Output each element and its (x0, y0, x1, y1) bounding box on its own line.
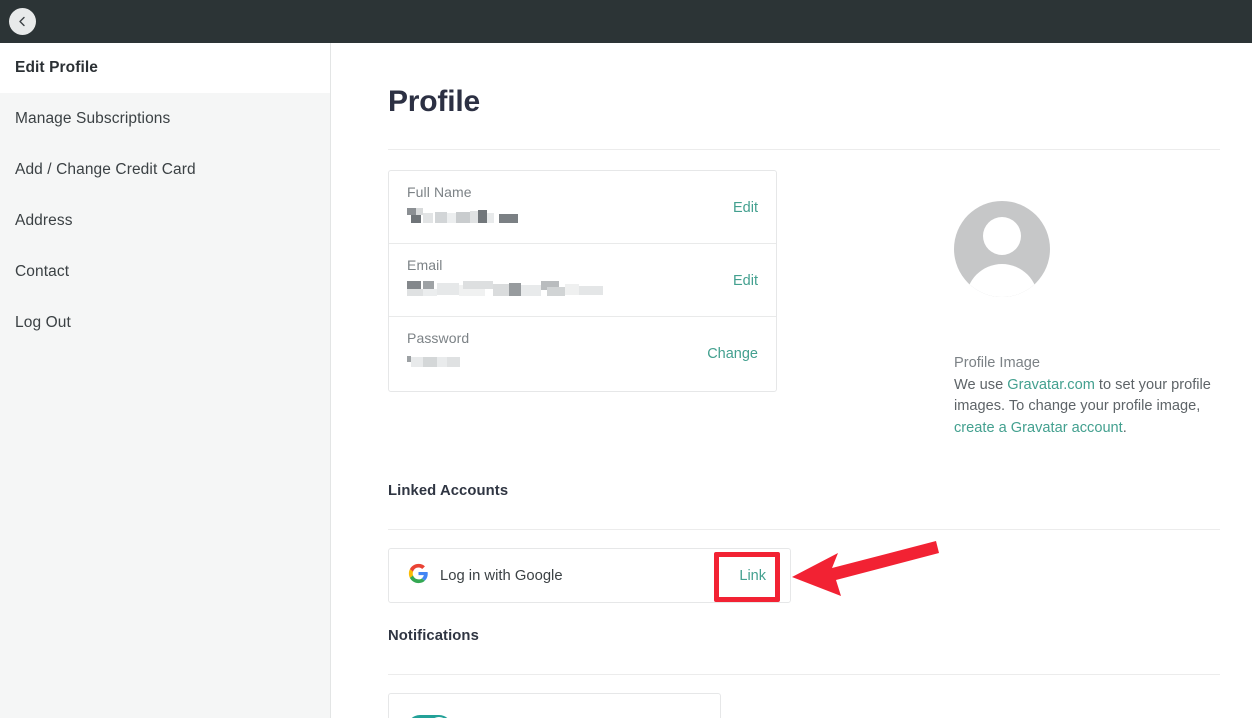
sidebar-item-edit-profile[interactable]: Edit Profile (0, 43, 330, 93)
sidebar-item-label: Address (15, 211, 73, 229)
back-button[interactable] (9, 8, 36, 35)
divider-top (388, 149, 1220, 150)
divider-notifications (388, 674, 1220, 675)
default-user-avatar-icon (954, 201, 1050, 297)
field-row-password: Password Change (389, 317, 776, 391)
sidebar-item-log-out[interactable]: Log Out (0, 297, 330, 348)
sidebar-item-address[interactable]: Address (0, 195, 330, 246)
linked-accounts-heading: Linked Accounts (388, 483, 509, 499)
gravatar-text-part3: . (1122, 419, 1127, 436)
profile-image-caption: Profile Image (954, 355, 1040, 371)
notification-row: Email me when someone responds to (388, 693, 721, 718)
notifications-heading: Notifications (388, 628, 479, 644)
gravatar-text-part1: We use (954, 376, 1008, 393)
field-label: Email (407, 257, 443, 273)
sidebar: Edit Profile Manage Subscriptions Add / … (0, 43, 331, 718)
link-google-button[interactable]: Link (733, 568, 772, 584)
main-content: Profile Full Name Edit Email Edit Passwo… (332, 43, 1252, 718)
gravatar-paragraph: We use Gravatar.com to set your profile … (954, 375, 1224, 440)
field-row-full-name: Full Name Edit (389, 171, 776, 244)
edit-email-button[interactable]: Edit (733, 273, 758, 289)
avatar-body (966, 264, 1038, 297)
sidebar-item-contact[interactable]: Contact (0, 246, 330, 297)
sidebar-item-label: Manage Subscriptions (15, 109, 171, 127)
top-bar (0, 0, 1252, 43)
sidebar-item-label: Contact (15, 262, 70, 280)
field-label: Full Name (407, 184, 472, 200)
page-title: Profile (388, 85, 480, 118)
field-row-email: Email Edit (389, 244, 776, 317)
sidebar-item-manage-subscriptions[interactable]: Manage Subscriptions (0, 93, 330, 144)
sidebar-item-add-change-credit-card[interactable]: Add / Change Credit Card (0, 144, 330, 195)
create-gravatar-account-link[interactable]: create a Gravatar account (954, 420, 1123, 436)
gravatar-com-link[interactable]: Gravatar.com (1007, 377, 1095, 393)
google-g-icon (408, 563, 429, 589)
change-password-button[interactable]: Change (707, 346, 758, 362)
linked-account-row-google: Log in with Google Link (388, 548, 791, 603)
sidebar-item-label: Edit Profile (15, 59, 99, 76)
field-label: Password (407, 330, 470, 346)
field-value-email-redacted (407, 281, 776, 296)
profile-fields-card: Full Name Edit Email Edit Password Chang… (388, 170, 777, 392)
linked-account-label: Log in with Google (440, 567, 563, 584)
sidebar-item-label: Log Out (15, 313, 71, 331)
divider-linked-accounts (388, 529, 1220, 530)
field-value-full-name-redacted (407, 208, 776, 223)
avatar-head (983, 217, 1021, 255)
chevron-left-icon (16, 15, 29, 28)
page-root: Edit Profile Manage Subscriptions Add / … (0, 0, 1252, 718)
profile-image-description: Profile Image We use Gravatar.com to set… (954, 353, 1224, 439)
sidebar-item-label: Add / Change Credit Card (15, 160, 196, 178)
edit-full-name-button[interactable]: Edit (733, 200, 758, 216)
